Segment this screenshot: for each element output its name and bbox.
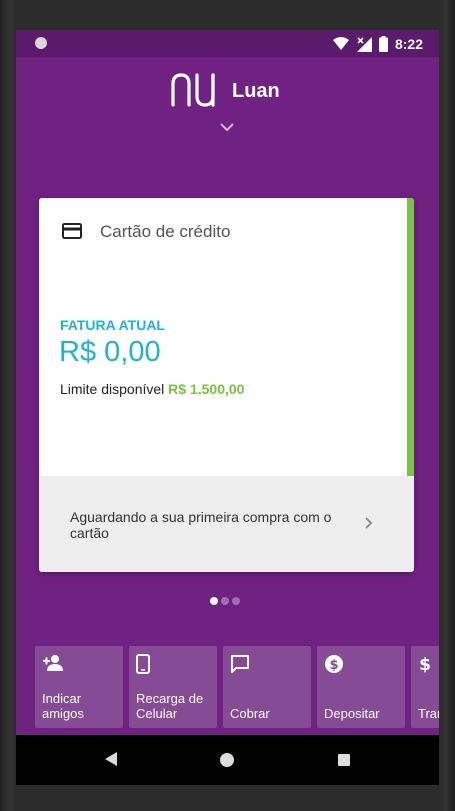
account-name: Luan: [232, 80, 280, 102]
card-footer[interactable]: Aguardando a sua primeira compra com o c…: [39, 476, 414, 572]
dollar-icon: $: [419, 655, 431, 674]
shortcut-label: Indicar amigos: [42, 691, 84, 721]
svg-text:$: $: [329, 658, 338, 673]
credit-card-panel[interactable]: Cartão de crédito FATURA ATUAL R$ 0,00 L…: [39, 198, 414, 572]
shortcut-label: Recarga de Celular: [136, 691, 204, 721]
wifi-icon: [332, 37, 349, 50]
shortcut-cobrar[interactable]: Cobrar: [223, 646, 311, 728]
account-header[interactable]: Luan: [16, 70, 439, 132]
chat-icon: [231, 655, 249, 673]
signal-no-data-icon: [356, 36, 372, 52]
chevron-down-icon[interactable]: [219, 122, 235, 132]
shortcut-depositar[interactable]: $ Depositar: [317, 646, 405, 728]
home-icon[interactable]: [220, 753, 234, 767]
device-frame: 8:22 Luan Cartão de crédito FATURA ATUAL…: [0, 0, 455, 811]
shortcut-label: Depositar: [324, 706, 380, 721]
fatura-value: R$ 0,00: [59, 336, 161, 368]
shortcut-recarga-celular[interactable]: Recarga de Celular: [129, 646, 217, 728]
limit-label: Limite disponível: [60, 381, 165, 397]
nu-logo: [171, 73, 215, 107]
status-icons: 8:22: [332, 35, 423, 53]
card-footer-text: Aguardando a sua primeira compra com o c…: [70, 509, 332, 541]
pager-dot[interactable]: [232, 597, 240, 605]
card-accent-bar: [407, 198, 414, 476]
limit-line: Limite disponível R$ 1.500,00: [60, 381, 244, 397]
battery-icon: [378, 36, 388, 52]
dollar-circle-icon: $: [325, 655, 343, 673]
pager-dot-active[interactable]: [210, 597, 218, 605]
shortcut-bar[interactable]: Indicar amigos Recarga de Celular Cobrar…: [35, 646, 439, 728]
status-time: 8:22: [394, 36, 423, 52]
shortcut-transferir[interactable]: $ Transferir: [411, 646, 439, 728]
shortcut-label: Transferir: [418, 706, 439, 721]
screen: 8:22 Luan Cartão de crédito FATURA ATUAL…: [16, 30, 439, 785]
pager-dot[interactable]: [221, 597, 229, 605]
fatura-label: FATURA ATUAL: [60, 317, 165, 333]
chevron-right-icon: [365, 517, 373, 529]
svg-text:$: $: [419, 655, 431, 674]
shortcut-label: Cobrar: [230, 706, 270, 721]
notification-dot-icon: [35, 37, 47, 49]
credit-card-icon: [62, 223, 82, 239]
shortcut-indicar-amigos[interactable]: Indicar amigos: [35, 646, 123, 728]
card-pager: [210, 597, 240, 605]
back-icon[interactable]: [104, 751, 118, 767]
android-nav-bar: [16, 735, 439, 785]
status-bar: 8:22: [16, 30, 439, 57]
person-add-icon: [43, 655, 63, 671]
limit-value: R$ 1.500,00: [168, 381, 245, 397]
recents-icon[interactable]: [338, 754, 350, 766]
card-title: Cartão de crédito: [100, 222, 231, 241]
phone-icon: [136, 654, 150, 674]
